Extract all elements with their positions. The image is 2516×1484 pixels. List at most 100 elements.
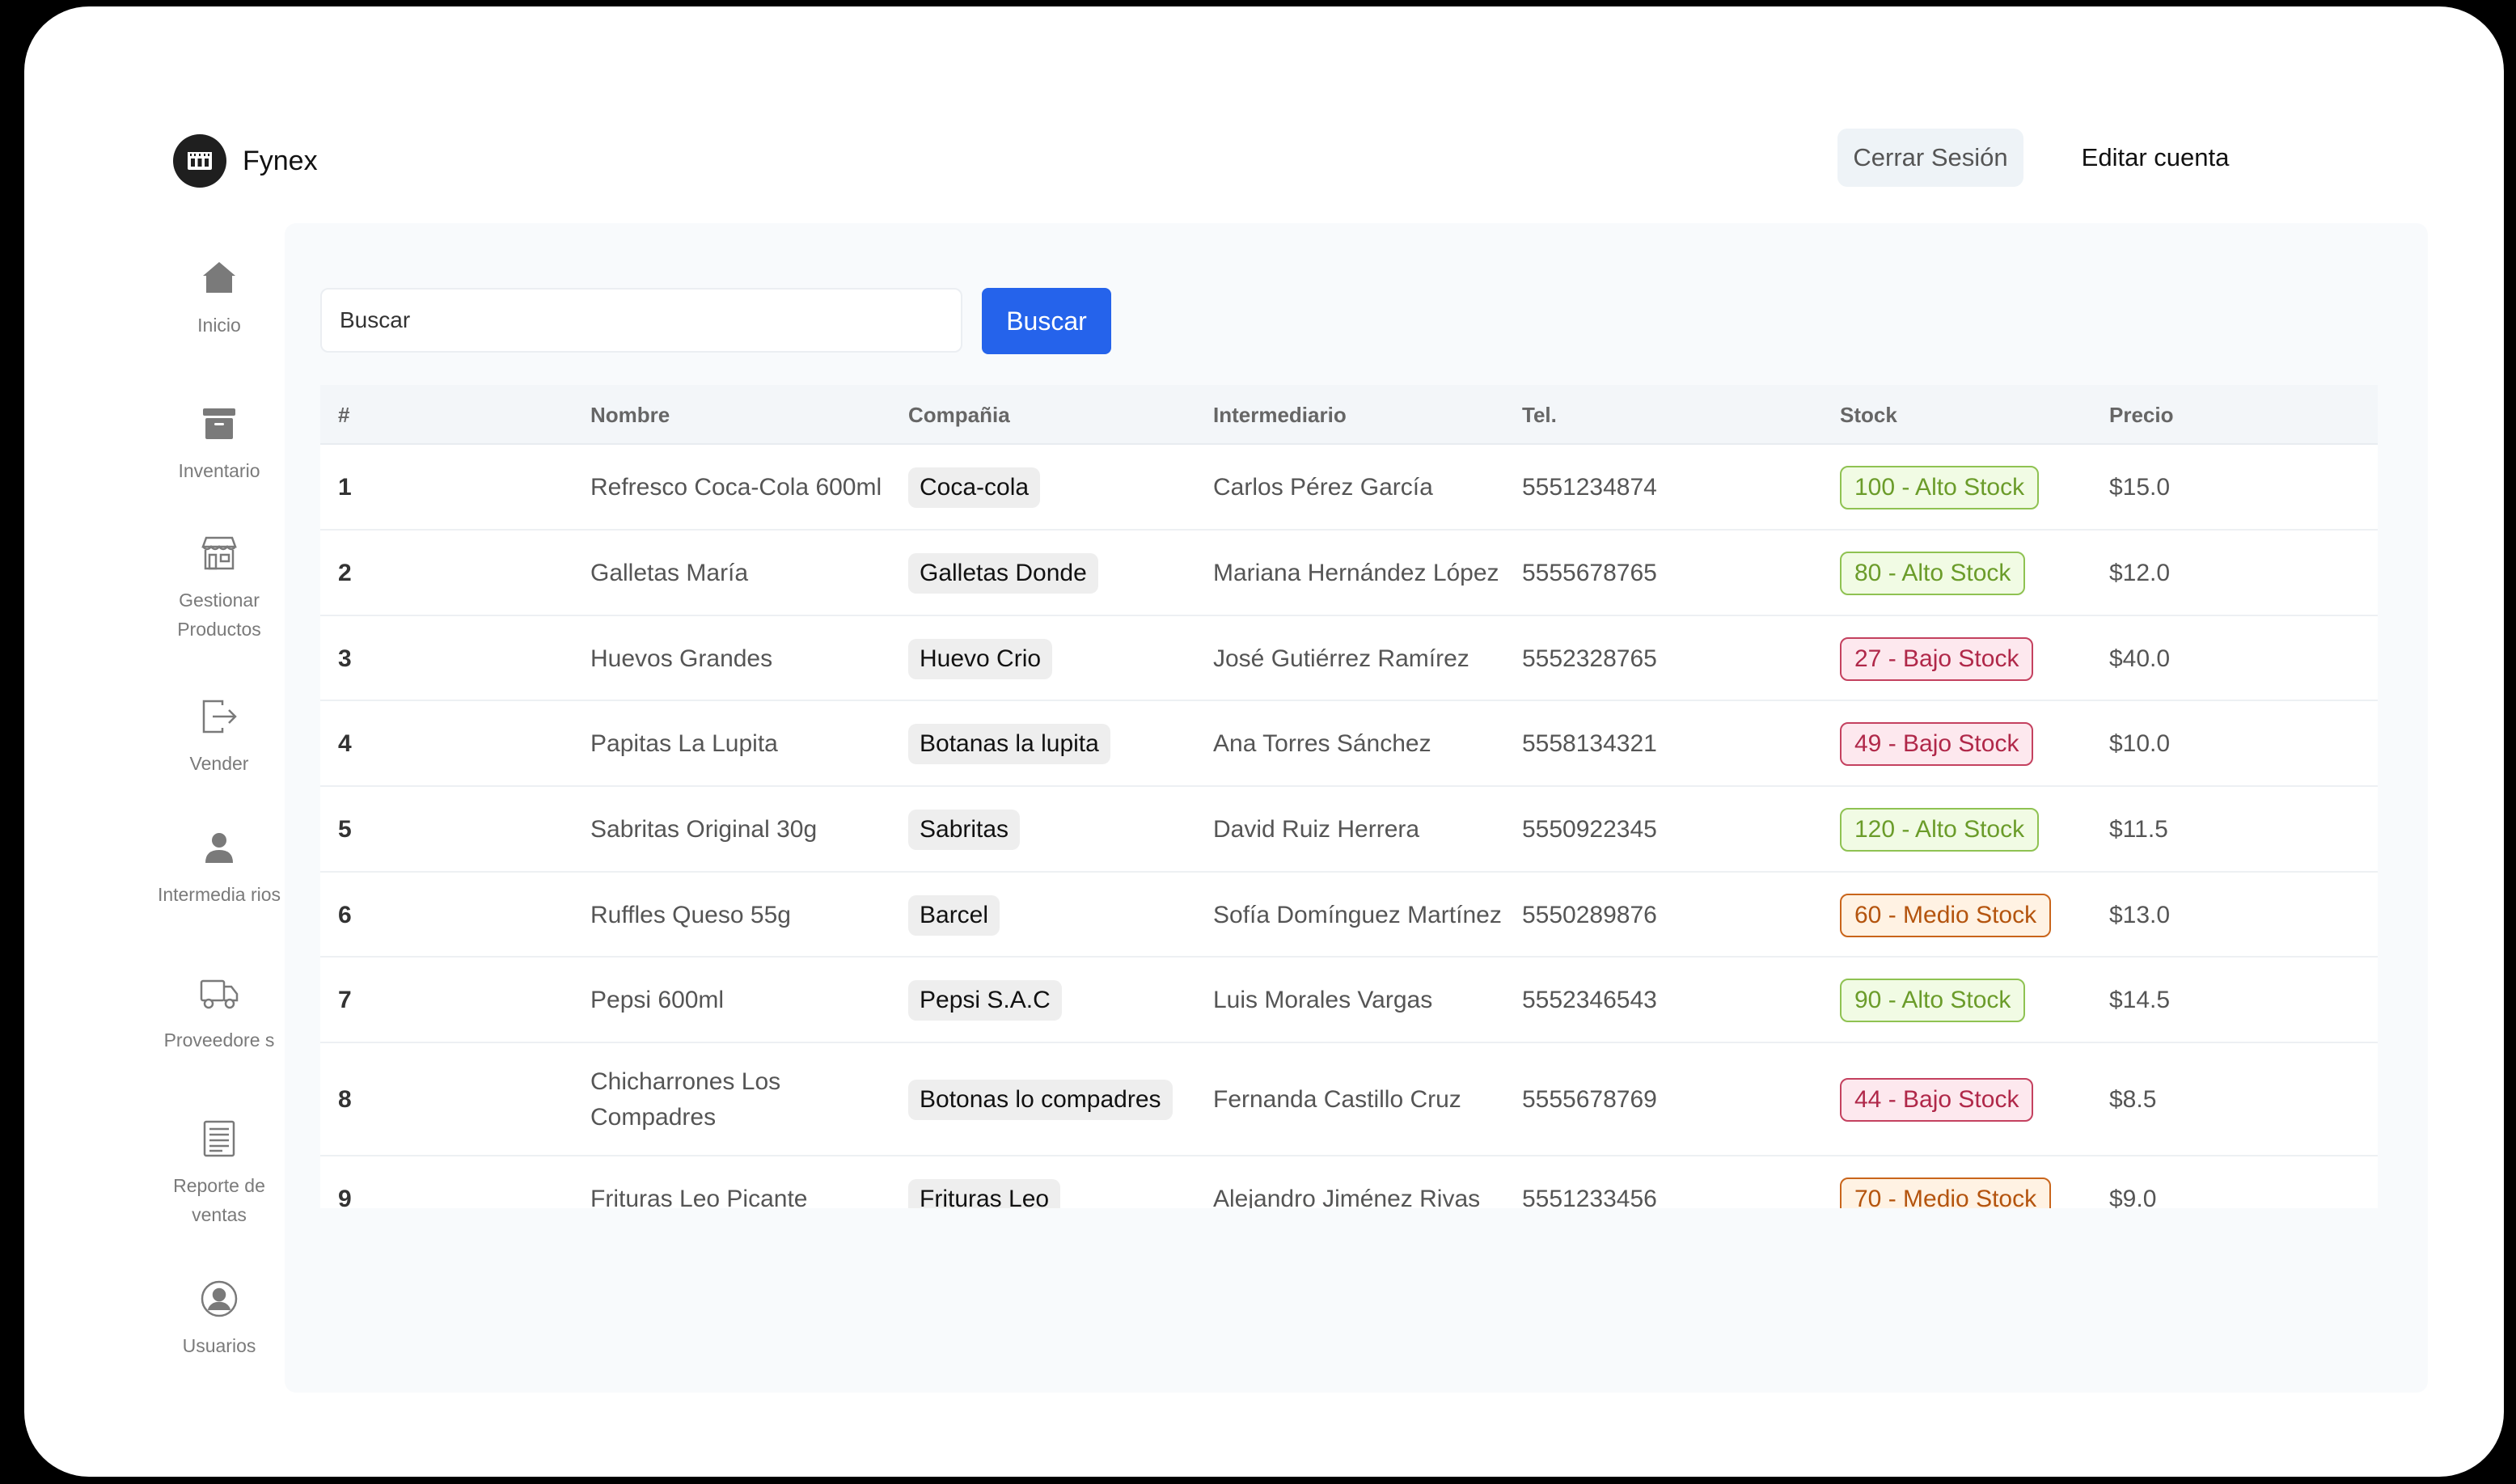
company-chip: Coca-cola (908, 467, 1041, 508)
cell-intermediario: Mariana Hernández López (1213, 560, 1499, 586)
cell-precio: $14.5 (2109, 987, 2171, 1013)
cell-intermediario: Alejandro Jiménez Rivas (1213, 1186, 1481, 1208)
brand[interactable]: Fynex (173, 134, 318, 188)
col-header-precio: Precio (2109, 403, 2174, 427)
cell-intermediario: Ana Torres Sánchez (1213, 730, 1431, 757)
cell-compania: Botanas la lupita (908, 701, 1110, 787)
cell-intermediario: David Ruiz Herrera (1213, 816, 1420, 843)
sidebar-item-label: Reporte de ventas (173, 1175, 265, 1225)
cell-intermediario: José Gutiérrez Ramírez (1213, 645, 1469, 672)
table-row[interactable]: 8 Chicharrones Los Compadres Botonas lo co… (320, 1043, 2378, 1156)
cell-num: 5 (338, 816, 352, 843)
store-icon (201, 536, 237, 570)
cell-tel: 5551234874 (1522, 474, 1657, 501)
cell-stock: 100 - Alto Stock (1840, 445, 2040, 531)
logout-button[interactable]: Cerrar Sesión (1837, 129, 2023, 187)
table-row[interactable]: 3 Huevos Grandes Huevo Crio José Gutiérrez … (320, 616, 2378, 701)
company-chip: Sabritas (908, 810, 1021, 850)
cell-precio: $8.5 (2109, 1086, 2157, 1113)
company-chip: Frituras Leo (908, 1179, 1061, 1208)
cell-precio: $11.5 (2109, 816, 2168, 843)
cell-stock: 60 - Medio Stock (1840, 873, 2052, 958)
cell-stock: 70 - Medio Stock (1840, 1156, 2052, 1208)
cell-num: 9 (338, 1186, 352, 1208)
cell-tel: 5555678769 (1522, 1086, 1657, 1113)
cell-precio: $10.0 (2109, 730, 2171, 757)
company-chip: Botonas lo compadres (908, 1080, 1173, 1120)
home-icon (203, 262, 235, 293)
cell-tel: 5551233456 (1522, 1186, 1657, 1208)
stock-badge: 70 - Medio Stock (1840, 1177, 2052, 1208)
cell-num: 2 (338, 560, 352, 586)
cell-tel: 5552346543 (1522, 987, 1657, 1013)
sidebar-item-label: Usuarios (182, 1335, 256, 1356)
table-row[interactable]: 7 Pepsi 600ml Pepsi S.A.C Luis Morales Varg… (320, 958, 2378, 1043)
cell-num: 6 (338, 901, 352, 928)
table-row[interactable]: 2 Galletas María Galletas Donde Mariana Her… (320, 531, 2378, 616)
table-row[interactable]: 9 Frituras Leo Picante Frituras Leo Alejand… (320, 1156, 2378, 1208)
stock-badge: 100 - Alto Stock (1840, 466, 2040, 509)
cell-nombre: Frituras Leo Picante (590, 1186, 808, 1208)
main-panel: Buscar # Nombre Compañia Intermediario T… (285, 223, 2428, 1393)
user-circle-icon (201, 1280, 238, 1317)
cell-tel: 5555678765 (1522, 560, 1657, 586)
cell-compania: Huevo Crio (908, 616, 1053, 701)
cell-compania: Frituras Leo (908, 1156, 1061, 1208)
store-logo-icon (173, 134, 226, 188)
cell-num: 1 (338, 474, 352, 501)
col-header-nombre: Nombre (590, 403, 670, 427)
sidebar-item-label: Inventario (178, 460, 260, 481)
company-chip: Pepsi S.A.C (908, 980, 1062, 1021)
cell-precio: $9.0 (2109, 1186, 2157, 1208)
cell-stock: 44 - Bajo Stock (1840, 1043, 2034, 1156)
table-row[interactable]: 6 Ruffles Queso 55g Barcel Sofía Domínguez … (320, 873, 2378, 958)
cell-tel: 5558134321 (1522, 730, 1657, 757)
cell-intermediario: Sofía Domínguez Martínez (1213, 901, 1502, 928)
stock-badge: 44 - Bajo Stock (1840, 1078, 2034, 1122)
cell-compania: Pepsi S.A.C (908, 958, 1062, 1043)
cell-precio: $40.0 (2109, 645, 2171, 672)
cell-num: 4 (338, 730, 352, 757)
cell-precio: $12.0 (2109, 560, 2171, 586)
stock-badge: 120 - Alto Stock (1840, 808, 2040, 852)
table-row[interactable]: 4 Papitas La Lupita Botanas la lupita Ana T… (320, 701, 2378, 787)
cell-num: 8 (338, 1086, 352, 1113)
cell-compania: Coca-cola (908, 445, 1041, 531)
company-chip: Botanas la lupita (908, 724, 1110, 764)
table-row[interactable]: 5 Sabritas Original 30g Sabritas David Ruiz… (320, 787, 2378, 873)
receipt-icon (203, 1120, 235, 1157)
stock-badge: 90 - Alto Stock (1840, 979, 2026, 1022)
col-header-tel: Tel. (1522, 403, 1557, 427)
cell-nombre: Sabritas Original 30g (590, 816, 818, 843)
archive-box-icon (203, 408, 235, 439)
table-row[interactable]: 1 Refresco Coca-Cola 600ml Coca-cola Carlos… (320, 445, 2378, 531)
cell-tel: 5550289876 (1522, 901, 1657, 928)
stock-badge: 60 - Medio Stock (1840, 893, 2052, 937)
products-table[interactable]: # Nombre Compañia Intermediario Tel. Sto… (320, 385, 2378, 1208)
edit-account-button[interactable]: Editar cuenta (2070, 129, 2240, 187)
cell-intermediario: Luis Morales Vargas (1213, 987, 1433, 1013)
app-name: Fynex (243, 145, 318, 176)
cell-compania: Botonas lo compadres (908, 1043, 1173, 1156)
cell-nombre: Huevos Grandes (590, 645, 773, 672)
cell-nombre: Papitas La Lupita (590, 730, 778, 757)
col-header-num: # (338, 403, 350, 427)
cell-precio: $15.0 (2109, 474, 2171, 501)
cell-compania: Galletas Donde (908, 531, 1098, 616)
cell-stock: 80 - Alto Stock (1840, 531, 2026, 616)
search-button[interactable]: Buscar (982, 288, 1111, 354)
cell-intermediario: Fernanda Castillo Cruz (1213, 1086, 1461, 1113)
exit-arrow-icon (202, 700, 237, 734)
search-input[interactable] (320, 288, 962, 353)
company-chip: Barcel (908, 894, 1000, 936)
col-header-compania: Compañia (908, 403, 1010, 427)
cell-stock: 90 - Alto Stock (1840, 958, 2026, 1043)
sidebar-item-label: Inicio (197, 315, 241, 336)
sidebar-item-label: Vender (189, 753, 249, 774)
app-window: Fynex Cerrar Sesión Editar cuenta Inicio… (24, 6, 2504, 1477)
cell-nombre: Galletas María (590, 560, 749, 586)
cell-tel: 5550922345 (1522, 816, 1657, 843)
cell-stock: 49 - Bajo Stock (1840, 701, 2034, 787)
cell-compania: Barcel (908, 873, 1000, 958)
stock-badge: 49 - Bajo Stock (1840, 722, 2034, 766)
